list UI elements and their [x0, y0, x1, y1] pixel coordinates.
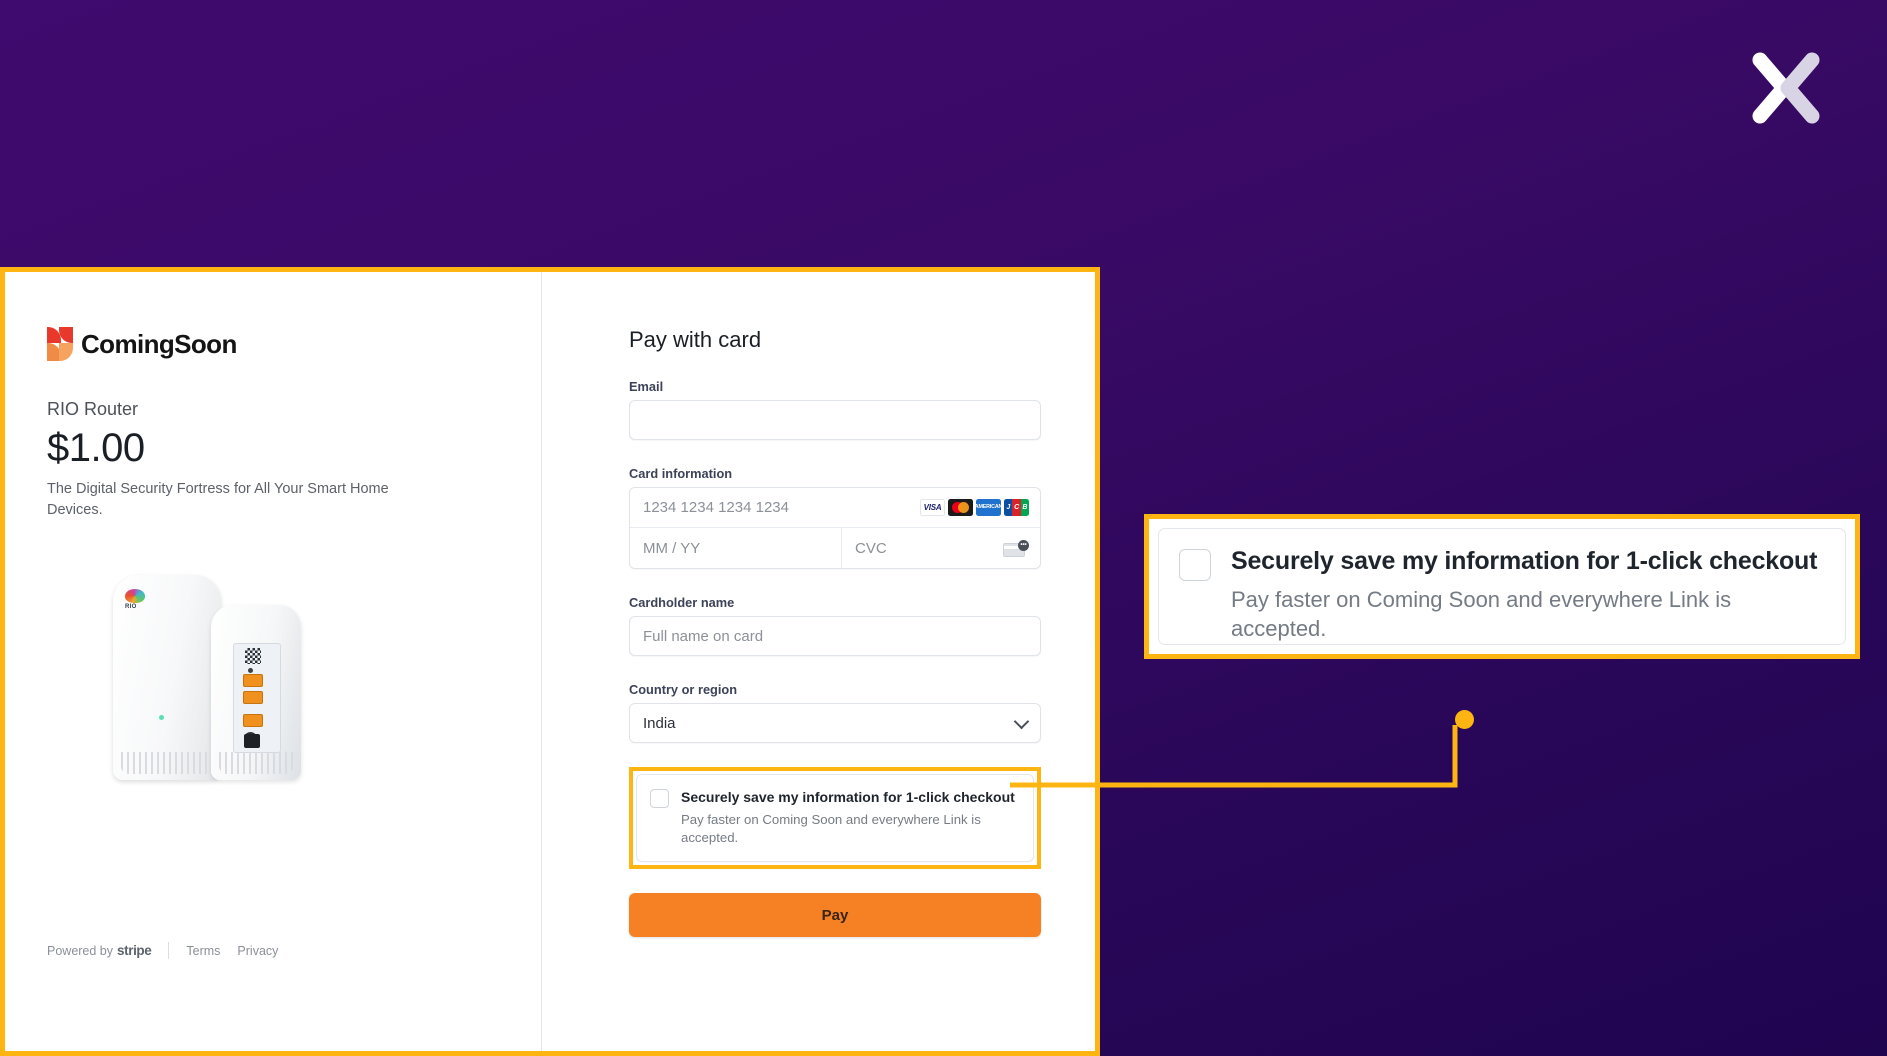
power-port — [244, 734, 260, 748]
rio-logo-icon: RIO — [125, 589, 147, 615]
wan-port — [243, 714, 263, 727]
jcb-icon: J C B — [1004, 499, 1029, 516]
save-info-card[interactable]: Securely save my information for 1-click… — [636, 774, 1034, 863]
footer-divider — [168, 942, 170, 959]
cardholder-name-input[interactable]: Full name on card — [629, 616, 1041, 656]
terms-link[interactable]: Terms — [186, 944, 220, 958]
cardholder-field-block: Cardholder name Full name on card — [629, 595, 1041, 656]
checkout-panel-highlight: ComingSoon RIO Router $1.00 The Digital … — [0, 267, 1100, 1056]
comingsoon-mark-icon — [47, 327, 73, 361]
callout-subtitle: Pay faster on Coming Soon and everywhere… — [1231, 587, 1732, 642]
callout-save-info-checkbox[interactable] — [1179, 549, 1211, 581]
powered-by-label: Powered by — [47, 943, 114, 958]
merchant-name: ComingSoon — [81, 328, 237, 359]
save-info-callout-card[interactable]: Securely save my information for 1-click… — [1158, 528, 1846, 645]
product-price: $1.00 — [47, 426, 145, 470]
product-description: The Digital Security Fortress for All Yo… — [47, 481, 389, 519]
callout-title: Securely save my information for 1-click… — [1231, 547, 1818, 575]
country-select[interactable]: India — [629, 703, 1041, 743]
pay-button[interactable]: Pay — [629, 893, 1041, 938]
cardholder-name-label: Cardholder name — [629, 595, 735, 610]
card-information-label: Card information — [629, 466, 733, 481]
powered-by-stripe[interactable]: Powered by stripe — [47, 943, 152, 958]
cvc-card-icon: ••• — [1003, 539, 1029, 557]
amex-line1: AMERICAN — [976, 503, 1001, 510]
qr-code-icon — [245, 648, 261, 664]
vent-grille — [121, 752, 213, 774]
save-info-checkbox[interactable] — [650, 789, 669, 808]
card-cvc-input[interactable]: CVC ••• — [842, 528, 1040, 568]
save-info-callout: Securely save my information for 1-click… — [1144, 514, 1860, 659]
card-number-placeholder: 1234 1234 1234 1234 — [643, 499, 789, 516]
save-info-highlight: Securely save my information for 1-click… — [629, 767, 1041, 870]
country-label: Country or region — [629, 682, 738, 697]
router-port-panel — [233, 643, 281, 753]
card-expiry-input[interactable]: MM / YY — [630, 528, 842, 568]
ethernet-port — [243, 674, 263, 687]
privacy-link[interactable]: Privacy — [237, 944, 278, 958]
stripe-wordmark: stripe — [117, 943, 152, 958]
email-label: Email — [629, 379, 664, 394]
form-title: Pay with card — [629, 327, 762, 352]
card-brand-icons: VISA AMERICAN J C B — [920, 488, 1040, 527]
product-name: RIO Router — [47, 399, 139, 419]
save-info-subtitle: Pay faster on Coming Soon and everywhere… — [681, 812, 981, 846]
jcb-b: B — [1020, 499, 1029, 516]
mastercard-icon — [948, 499, 973, 516]
country-field-block: Country or region India — [629, 682, 1041, 743]
payment-form-panel: Pay with card Email Card information 123… — [542, 272, 1095, 1051]
chevron-down-icon — [1013, 713, 1030, 729]
router-back-unit — [211, 605, 301, 780]
merchant-logo: ComingSoon — [47, 327, 541, 361]
status-led — [159, 715, 164, 720]
email-field-block: Email — [629, 379, 1041, 440]
order-summary-panel: ComingSoon RIO Router $1.00 The Digital … — [5, 272, 542, 1051]
amex-icon: AMERICAN — [976, 499, 1001, 516]
card-cvc-placeholder: CVC — [855, 539, 887, 557]
vent-grille — [219, 752, 293, 774]
card-number-input[interactable]: 1234 1234 1234 1234 — [630, 488, 920, 527]
card-information-group: 1234 1234 1234 1234 VISA AMERICAN J C B … — [629, 487, 1041, 569]
visa-icon: VISA — [920, 499, 945, 516]
ethernet-port — [243, 691, 263, 704]
summary-footer: Powered by stripe Terms Privacy — [47, 942, 278, 959]
cardholder-name-placeholder: Full name on card — [643, 627, 764, 645]
jcb-j: J — [1004, 499, 1013, 516]
country-selected-value: India — [643, 714, 676, 732]
x-logo-icon — [1740, 42, 1832, 134]
jcb-c: C — [1012, 499, 1021, 516]
product-image: RIO — [113, 557, 313, 787]
email-input[interactable] — [629, 400, 1041, 440]
card-expiry-placeholder: MM / YY — [643, 539, 701, 557]
callout-connector-dot — [1455, 710, 1474, 729]
save-info-title: Securely save my information for 1-click… — [681, 789, 1015, 805]
router-front-unit: RIO — [113, 575, 221, 780]
card-field-block: Card information 1234 1234 1234 1234 VIS… — [629, 466, 1041, 569]
